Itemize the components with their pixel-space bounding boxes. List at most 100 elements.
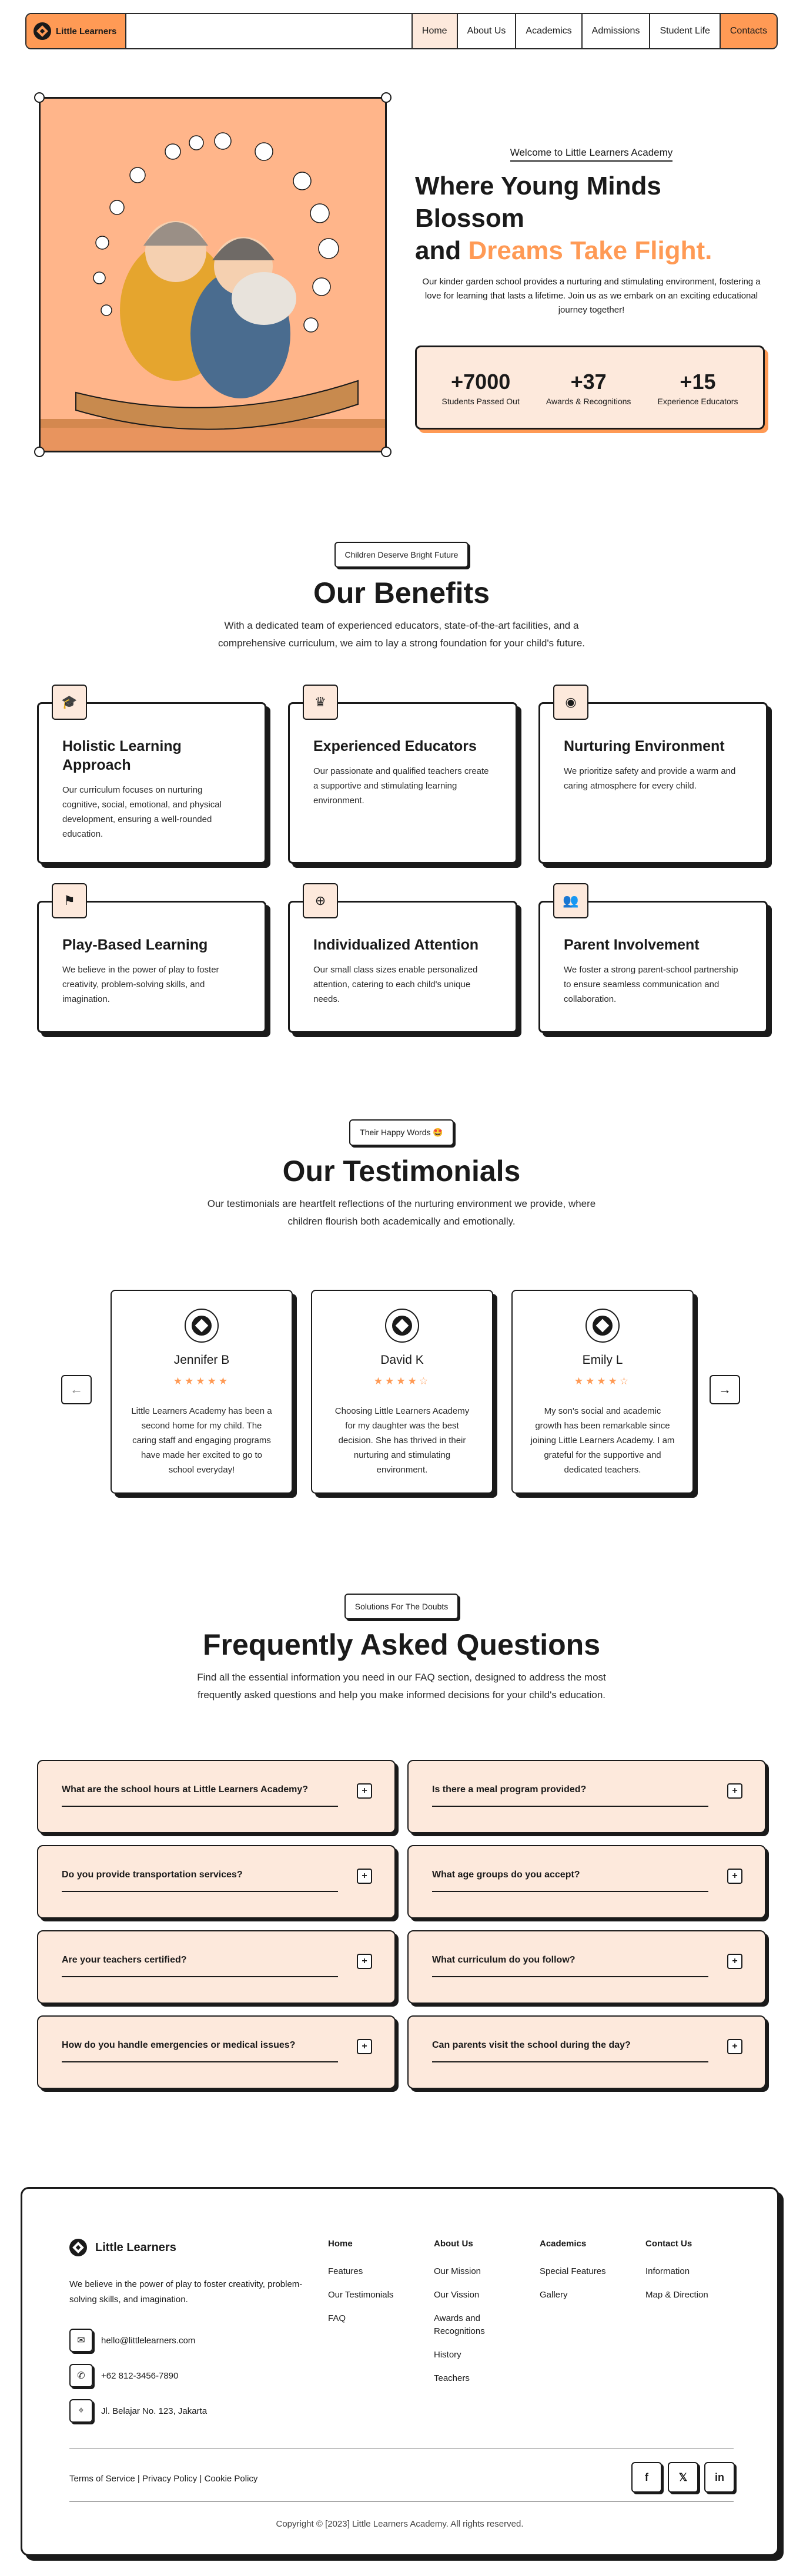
benefits-tag: Children Deserve Bright Future xyxy=(334,542,469,568)
nav-about-us[interactable]: About Us xyxy=(456,14,516,48)
address-text: Jl. Belajar No. 123, Jakarta xyxy=(101,2406,208,2416)
footer-link[interactable]: Special Features xyxy=(540,2265,640,2278)
testimonial-card: David K ★★★★☆ Choosing Little Learners A… xyxy=(311,1290,493,1494)
footer-link[interactable]: Features xyxy=(328,2265,428,2278)
nav-student-life[interactable]: Student Life xyxy=(649,14,719,48)
faq-item[interactable]: What age groups do you accept? + xyxy=(407,1845,766,1918)
benefit-title: Experienced Educators xyxy=(313,738,477,754)
contact-phone[interactable]: ✆ +62 812-3456-7890 xyxy=(69,2364,178,2387)
faq-item[interactable]: What curriculum do you follow? + xyxy=(407,1930,766,2004)
benefit-card: ⚑ Play-Based Learning We believe in the … xyxy=(37,883,266,1033)
twitter-icon[interactable]: 𝕏 xyxy=(668,2462,698,2493)
faq-question: Is there a meal program provided? xyxy=(432,1785,708,1807)
stat-educators: +15 Experience Educators xyxy=(657,370,738,406)
benefit-title: Individualized Attention xyxy=(313,937,479,953)
testimonial-card: Jennifer B ★★★★★ Little Learners Academy… xyxy=(111,1290,293,1494)
contact-address[interactable]: ⌖ Jl. Belajar No. 123, Jakarta xyxy=(69,2399,207,2423)
plus-icon[interactable]: + xyxy=(357,2039,372,2054)
footer-link[interactable]: History xyxy=(434,2349,534,2362)
benefit-title: Parent Involvement xyxy=(564,937,700,953)
testimonial-next-button[interactable]: → xyxy=(710,1375,740,1404)
footer-column-academics: Academics Special Features Gallery xyxy=(540,2239,640,2312)
faq-item[interactable]: Are your teachers certified? + xyxy=(37,1930,396,2004)
nav-contacts[interactable]: Contacts xyxy=(719,14,777,48)
footer-description: We believe in the power of play to foste… xyxy=(69,2279,303,2305)
stats-panel: +7000 Students Passed Out +37 Awards & R… xyxy=(415,346,765,430)
corner-handle xyxy=(34,447,45,457)
facebook-icon[interactable]: f xyxy=(631,2462,662,2493)
footer-divider xyxy=(69,2448,734,2449)
footer-link[interactable]: Our Testimonials xyxy=(328,2289,428,2302)
faq-question: How do you handle emergencies or medical… xyxy=(62,2040,338,2062)
footer-column-heading[interactable]: Contact Us xyxy=(645,2239,745,2249)
nav-admissions[interactable]: Admissions xyxy=(581,14,650,48)
footer: Little Learners We believe in the power … xyxy=(21,2187,779,2556)
testimonial-text: Little Learners Academy has been a secon… xyxy=(131,1406,272,1475)
footer-divider xyxy=(69,2501,734,2502)
testimonial-text: Choosing Little Learners Academy for my … xyxy=(334,1406,470,1475)
site-logo[interactable]: Little Learners xyxy=(26,14,126,48)
testimonial-name: Emily L xyxy=(582,1353,623,1367)
testimonial-prev-button[interactable]: ← xyxy=(61,1375,92,1404)
faq-item[interactable]: Can parents visit the school during the … xyxy=(407,2015,766,2089)
footer-link[interactable]: Awards and Recognitions xyxy=(434,2312,498,2338)
footer-logo[interactable]: Little Learners xyxy=(69,2239,176,2256)
corner-handle xyxy=(34,92,45,103)
footer-link[interactable]: Our Vission xyxy=(434,2289,534,2302)
footer-column-heading[interactable]: Academics xyxy=(540,2239,640,2249)
privacy-link[interactable]: Privacy Policy xyxy=(142,2474,197,2484)
users-icon: 👥 xyxy=(553,883,588,918)
logo-icon xyxy=(69,2239,87,2256)
testimonial-name: Jennifer B xyxy=(173,1353,230,1367)
linkedin-icon[interactable]: in xyxy=(704,2462,735,2493)
faq-title: Frequently Asked Questions xyxy=(202,1628,601,1661)
plus-icon[interactable]: + xyxy=(727,1954,742,1969)
eye-icon: ◉ xyxy=(553,685,588,720)
cookie-link[interactable]: Cookie Policy xyxy=(205,2474,258,2484)
plus-icon[interactable]: + xyxy=(727,1869,742,1884)
faq-question: Do you provide transportation services? xyxy=(62,1870,338,1892)
nav-menu: Home About Us Academics Admissions Stude… xyxy=(411,14,777,48)
benefit-text: We prioritize safety and provide a warm … xyxy=(564,766,736,791)
testimonial-text: My son's social and academic growth has … xyxy=(530,1406,675,1475)
nav-home[interactable]: Home xyxy=(411,14,457,48)
footer-link[interactable]: Teachers xyxy=(434,2372,534,2385)
plus-icon[interactable]: + xyxy=(727,1783,742,1799)
legal-separator: | xyxy=(199,2474,202,2484)
footer-link[interactable]: FAQ xyxy=(328,2312,428,2325)
nav-academics[interactable]: Academics xyxy=(515,14,581,48)
footer-link[interactable]: Gallery xyxy=(540,2289,640,2302)
hero-title: Where Young Minds Blossom and Dreams Tak… xyxy=(415,170,768,267)
footer-link[interactable]: Information xyxy=(645,2265,745,2278)
terms-link[interactable]: Terms of Service xyxy=(69,2474,135,2484)
footer-link[interactable]: Map & Direction xyxy=(645,2289,745,2302)
benefits-description: With a dedicated team of experienced edu… xyxy=(218,620,585,649)
plus-icon[interactable]: + xyxy=(357,1954,372,1969)
faq-item[interactable]: Do you provide transportation services? … xyxy=(37,1845,396,1918)
faq-item[interactable]: What are the school hours at Little Lear… xyxy=(37,1760,396,1833)
corner-handle xyxy=(381,92,392,103)
plus-icon[interactable]: + xyxy=(727,2039,742,2054)
plus-icon[interactable]: + xyxy=(357,1869,372,1884)
rating-stars: ★★★★★ xyxy=(173,1376,230,1387)
phone-text: +62 812-3456-7890 xyxy=(101,2370,179,2381)
stat-label: Students Passed Out xyxy=(441,396,520,406)
avatar xyxy=(585,1309,620,1343)
legal-separator: | xyxy=(137,2474,140,2484)
benefit-title: Holistic Learning Approach xyxy=(62,738,182,773)
faq-item[interactable]: Is there a meal program provided? + xyxy=(407,1760,766,1833)
faq-question: What are the school hours at Little Lear… xyxy=(62,1785,338,1807)
footer-column-heading[interactable]: Home xyxy=(328,2239,428,2249)
footer-column-heading[interactable]: About Us xyxy=(434,2239,534,2249)
testimonials-description: Our testimonials are heartfelt reflectio… xyxy=(207,1198,596,1227)
plus-icon[interactable]: + xyxy=(357,1783,372,1799)
faq-item[interactable]: How do you handle emergencies or medical… xyxy=(37,2015,396,2089)
faq-tag: Solutions For The Doubts xyxy=(344,1594,459,1619)
footer-link[interactable]: Our Mission xyxy=(434,2265,534,2278)
stat-value: +37 xyxy=(570,369,607,394)
contact-email[interactable]: ✉ hello@littlelearners.com xyxy=(69,2329,195,2352)
stat-value: +7000 xyxy=(451,369,511,394)
stat-students: +7000 Students Passed Out xyxy=(442,370,520,406)
location-icon: ⌖ xyxy=(69,2399,93,2423)
